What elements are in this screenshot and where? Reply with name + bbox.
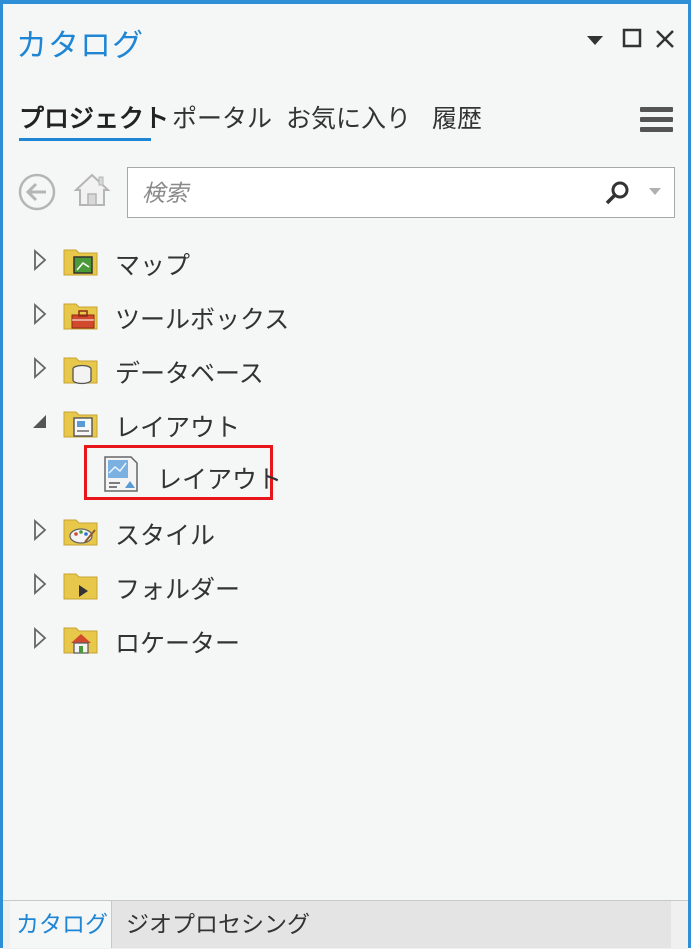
tab-project[interactable]: プロジェクト <box>19 99 169 135</box>
folder-connection-icon <box>63 573 98 600</box>
expand-arrow-icon[interactable] <box>33 627 47 649</box>
search-options-dropdown-icon[interactable] <box>649 188 661 196</box>
tree-item-label: フォルダー <box>115 576 241 604</box>
bottom-tab-catalog[interactable]: カタログ <box>10 901 114 948</box>
database-folder-icon <box>63 357 98 385</box>
home-icon[interactable] <box>72 170 112 210</box>
layout-folder-icon <box>63 411 98 438</box>
style-folder-icon <box>63 519 98 546</box>
maximize-icon[interactable] <box>622 28 642 48</box>
tree-item-label: ツールボックス <box>115 306 290 334</box>
back-arrow-icon[interactable] <box>17 172 57 212</box>
hamburger-menu-icon[interactable] <box>640 107 673 135</box>
tree-item-label: レイアウト <box>157 466 283 494</box>
expand-arrow-icon[interactable] <box>33 249 47 271</box>
tab-portal[interactable]: ポータル <box>172 99 272 135</box>
tree-child-layout[interactable]: レイアウト <box>84 445 282 500</box>
expand-arrow-icon[interactable] <box>33 519 47 541</box>
collapse-arrow-icon[interactable] <box>33 412 47 434</box>
dropdown-arrow-icon[interactable] <box>586 34 604 46</box>
toolbox-folder-icon <box>63 303 98 330</box>
catalog-pane: カタログ プロジェクト ポータル お気に入り 履歴 検索 マップ ツールボックス… <box>0 0 691 949</box>
tab-history[interactable]: 履歴 <box>432 99 482 135</box>
map-folder-icon <box>63 249 98 276</box>
search-input[interactable] <box>140 175 594 211</box>
close-icon[interactable] <box>654 28 676 50</box>
tree-item-label: スタイル <box>115 522 216 550</box>
tree-item-label: レイアウト <box>115 414 241 442</box>
search-icon[interactable] <box>604 180 630 206</box>
tree-item-label: ロケーター <box>115 630 241 658</box>
tree-item-label: マップ <box>115 252 191 280</box>
bottom-tab-geoprocessing[interactable]: ジオプロセシング <box>111 901 671 948</box>
bottom-tab-bar: カタログ ジオプロセシング <box>3 900 688 949</box>
tab-favorites[interactable]: お気に入り <box>286 99 411 135</box>
expand-arrow-icon[interactable] <box>33 357 47 379</box>
layout-item-icon <box>104 456 138 492</box>
expand-arrow-icon[interactable] <box>33 573 47 595</box>
tree-item-label: データベース <box>115 360 264 388</box>
search-box <box>127 167 675 218</box>
active-tab-indicator <box>19 138 151 141</box>
pane-title: カタログ <box>16 28 144 63</box>
expand-arrow-icon[interactable] <box>33 303 47 325</box>
locator-folder-icon <box>63 627 98 654</box>
